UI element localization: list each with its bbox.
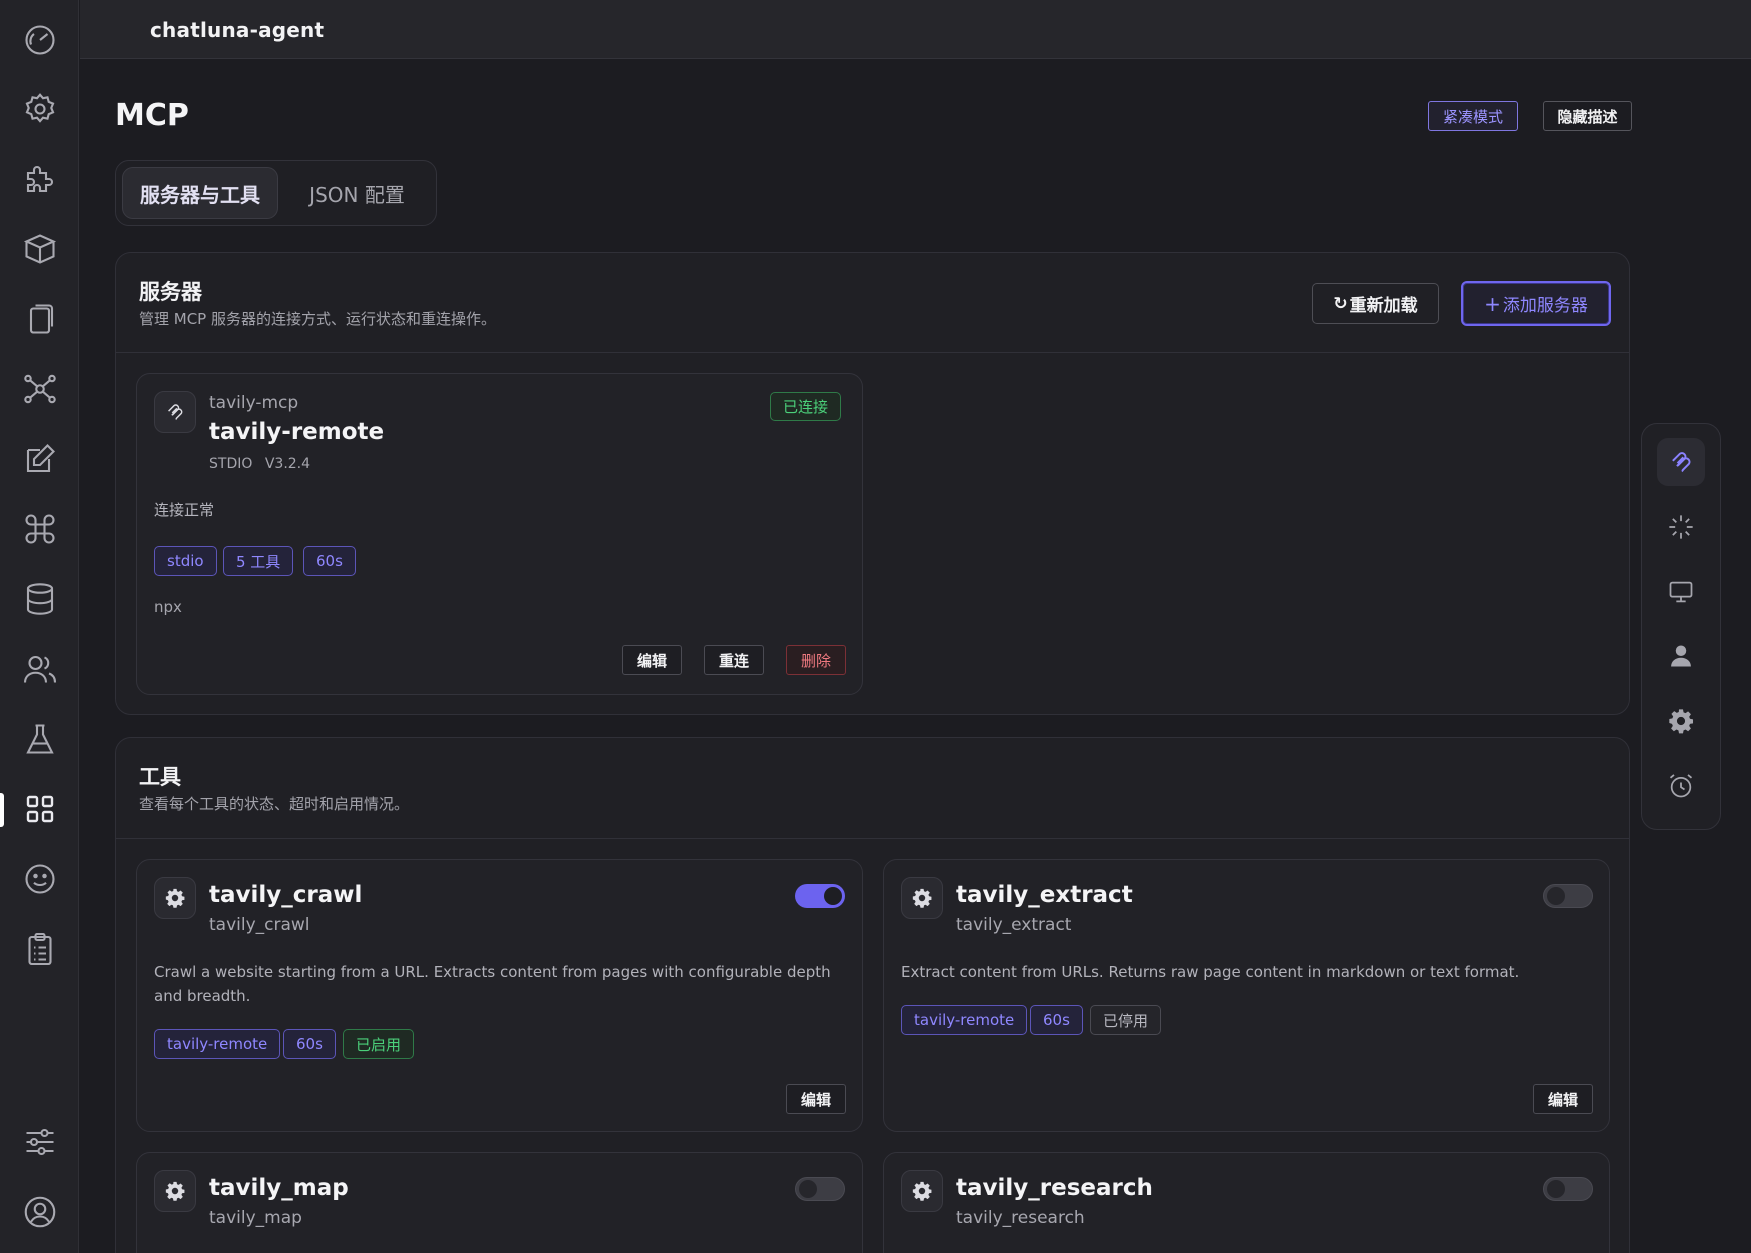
server-transport: STDIO [209, 456, 253, 472]
dashboard-gauge-icon[interactable] [18, 18, 62, 62]
add-server-label: 添加服务器 [1502, 296, 1588, 316]
users-icon[interactable] [18, 647, 62, 691]
tool-tag-server: tavily-remote [901, 1005, 1028, 1035]
servers-section: 服务器 管理 MCP 服务器的连接方式、运行状态和重连操作。 ↻ 重新加载 + … [115, 252, 1630, 715]
tool-name: tavily_map [209, 1175, 349, 1201]
tool-card: tavily_research tavily_research [883, 1152, 1610, 1253]
tool-edit-button[interactable]: 编辑 [1533, 1084, 1594, 1114]
tools-description: 查看每个工具的状态、超时和启用情况。 [139, 795, 410, 813]
right-panel [1641, 423, 1721, 830]
view-tabs: 服务器与工具 JSON 配置 [115, 160, 437, 226]
add-server-button[interactable]: + 添加服务器 [1461, 281, 1611, 326]
gear-icon [901, 877, 943, 919]
user-circle-icon[interactable] [18, 1190, 62, 1234]
mcp-link-icon[interactable] [1657, 438, 1705, 486]
command-icon[interactable] [18, 507, 62, 551]
tools-title: 工具 [139, 765, 181, 789]
app-name: chatluna-agent [150, 18, 325, 42]
server-name: tavily-remote [209, 419, 385, 445]
documents-icon[interactable] [18, 297, 62, 341]
tool-description: Extract content from URLs. Returns raw p… [901, 963, 1520, 981]
server-status-text: 连接正常 [154, 501, 215, 519]
database-icon[interactable] [18, 577, 62, 621]
gear-icon [901, 1170, 943, 1212]
hide-description-button[interactable]: 隐藏描述 [1543, 101, 1632, 131]
server-version: V3.2.4 [264, 456, 311, 472]
package-box-icon[interactable] [18, 227, 62, 271]
tool-id: tavily_map [209, 1208, 302, 1228]
tool-enable-toggle[interactable] [1543, 1177, 1593, 1201]
sliders-icon[interactable] [18, 1120, 62, 1164]
tool-status-tag: 已停用 [1090, 1005, 1162, 1035]
tool-enable-toggle[interactable] [795, 1177, 845, 1201]
server-tag-transport: stdio [154, 546, 217, 576]
smiley-icon[interactable] [18, 857, 62, 901]
server-card: tavily-mcp tavily-remote STDIO V3.2.4 已连… [136, 373, 863, 695]
tool-name: tavily_research [956, 1175, 1153, 1201]
tool-card: tavily_extract tavily_extract Extract co… [883, 859, 1610, 1132]
sidebar-active-indicator [0, 793, 4, 827]
tool-card: tavily_crawl tavily_crawl Crawl a websit… [136, 859, 863, 1132]
grid-apps-icon[interactable] [18, 787, 62, 831]
tab-json-config[interactable]: JSON 配置 [282, 167, 432, 219]
top-bar: chatluna-agent [80, 0, 1751, 59]
left-sidebar [0, 0, 79, 1253]
tool-status-tag: 已启用 [343, 1029, 415, 1059]
page-title: MCP [115, 98, 189, 133]
flask-icon[interactable] [18, 717, 62, 761]
server-meta: STDIO V3.2.4 [209, 456, 310, 472]
server-command: npx [154, 598, 182, 616]
tool-tag-timeout: 60s [283, 1029, 336, 1059]
plus-icon: + [1484, 291, 1501, 316]
tool-id: tavily_crawl [209, 915, 310, 935]
tool-tag-server: tavily-remote [154, 1029, 281, 1059]
server-status-badge: 已连接 [770, 392, 842, 421]
refresh-icon: ↻ [1333, 293, 1348, 314]
server-package: tavily-mcp [209, 393, 299, 413]
person-icon[interactable] [1657, 632, 1705, 680]
tab-servers-tools[interactable]: 服务器与工具 [122, 167, 278, 219]
tool-card: tavily_map tavily_map [136, 1152, 863, 1253]
network-graph-icon[interactable] [18, 367, 62, 411]
cog-icon[interactable] [1657, 697, 1705, 745]
tools-divider [116, 838, 1629, 839]
servers-title: 服务器 [139, 280, 202, 304]
server-edit-button[interactable]: 编辑 [622, 645, 683, 675]
mcp-link-icon [154, 391, 196, 433]
tool-name: tavily_crawl [209, 882, 363, 908]
server-tag-tool-count: 5 工具 [223, 546, 294, 576]
alarm-clock-icon[interactable] [1657, 762, 1705, 810]
servers-description: 管理 MCP 服务器的连接方式、运行状态和重连操作。 [139, 310, 496, 328]
tool-enable-toggle[interactable] [795, 884, 845, 908]
tool-id: tavily_extract [956, 915, 1072, 935]
edit-icon[interactable] [18, 437, 62, 481]
sparkle-icon[interactable] [1657, 503, 1705, 551]
servers-divider [116, 352, 1629, 353]
reload-button[interactable]: ↻ 重新加载 [1312, 283, 1439, 324]
tool-enable-toggle[interactable] [1543, 884, 1593, 908]
server-reconnect-button[interactable]: 重连 [704, 645, 765, 675]
tool-description: Crawl a website starting from a URL. Ext… [154, 963, 831, 1005]
gear-icon[interactable] [18, 87, 62, 131]
tool-name: tavily_extract [956, 882, 1133, 908]
tool-edit-button[interactable]: 编辑 [786, 1084, 847, 1114]
clipboard-list-icon[interactable] [18, 927, 62, 971]
tool-id: tavily_research [956, 1208, 1085, 1228]
gear-icon [154, 1170, 196, 1212]
monitor-icon[interactable] [1657, 568, 1705, 616]
compact-mode-button[interactable]: 紧凑模式 [1428, 101, 1518, 131]
reload-label: 重新加载 [1349, 296, 1418, 316]
tools-section: 工具 查看每个工具的状态、超时和启用情况。 tavily_crawl tavil… [115, 737, 1630, 1253]
puzzle-icon[interactable] [18, 157, 62, 201]
server-tag-timeout: 60s [303, 546, 356, 576]
tool-tag-timeout: 60s [1030, 1005, 1083, 1035]
gear-icon [154, 877, 196, 919]
server-delete-button[interactable]: 删除 [786, 645, 847, 675]
